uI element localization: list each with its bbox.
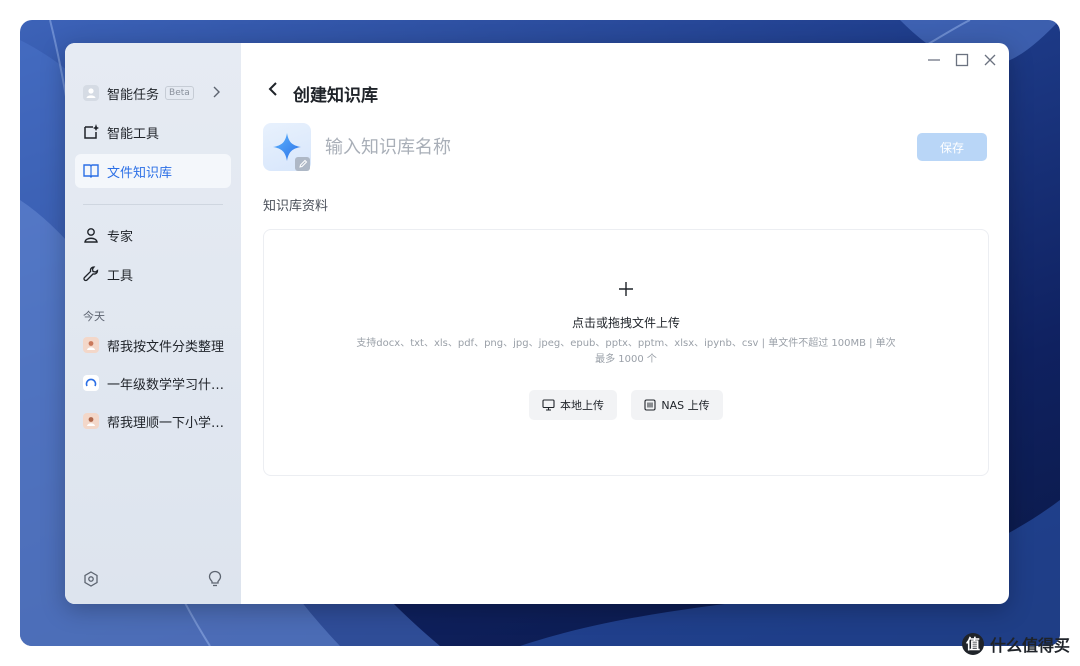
history-item[interactable]: 帮我理顺一下小学…: [75, 404, 231, 438]
watermark-logo: 值 什么值得买: [961, 632, 1070, 656]
knowledge-base-icon-picker[interactable]: [263, 123, 311, 171]
close-icon[interactable]: [983, 53, 997, 71]
user-avatar-icon: [83, 337, 99, 353]
page-title: 创建知识库: [293, 86, 378, 106]
sidebar-item-label: 文件知识库: [107, 165, 173, 181]
app-window: 智能任务 Beta 智能工具 文件知识库 专家 工具 今天 帮我按文件分类整理 …: [65, 43, 1009, 604]
maximize-icon[interactable]: [955, 53, 969, 71]
beta-badge: Beta: [165, 86, 194, 100]
sidebar-item-smart-task[interactable]: 智能任务 Beta: [75, 76, 231, 110]
watermark-text: 什么值得买: [989, 636, 1070, 655]
save-button[interactable]: 保存: [917, 133, 987, 161]
sidebar-item-experts[interactable]: 专家: [75, 218, 231, 252]
history-item-label: 一年级数学学习什…: [107, 377, 225, 393]
history-item[interactable]: 帮我按文件分类整理: [75, 328, 231, 362]
section-label-materials: 知识库资料: [263, 199, 329, 214]
sidebar-item-label: 智能任务: [107, 87, 160, 103]
upload-dropzone[interactable]: 点击或拖拽文件上传 支持docx、txt、xls、pdf、png、jpg、jpe…: [263, 229, 989, 476]
plus-icon[interactable]: [264, 278, 988, 303]
monitor-icon: [542, 399, 555, 411]
sidebar-item-label: 专家: [107, 229, 134, 245]
sidebar-item-label: 工具: [107, 268, 134, 284]
local-upload-label: 本地上传: [560, 399, 604, 412]
sidebar-item-label: 智能工具: [107, 126, 160, 142]
knowledge-base-name-input[interactable]: [323, 131, 887, 163]
nas-drive-icon: [644, 399, 656, 411]
upload-hint: 支持docx、txt、xls、pdf、png、jpg、jpeg、epub、ppt…: [356, 338, 896, 365]
upload-title: 点击或拖拽文件上传: [571, 316, 680, 330]
sidebar-item-smart-tools[interactable]: 智能工具: [75, 115, 231, 149]
main-panel: 创建知识库 保存 知识库资料 点击或拖拽文件上传 支持docx、txt、xls、…: [241, 43, 1009, 604]
history-item[interactable]: 一年级数学学习什…: [75, 366, 231, 400]
watermark-icon: 值: [961, 633, 984, 655]
edit-pencil-icon[interactable]: [295, 157, 310, 171]
sidebar: 智能任务 Beta 智能工具 文件知识库 专家 工具 今天 帮我按文件分类整理 …: [65, 43, 241, 604]
history-section-label: 今天: [83, 310, 105, 323]
settings-icon[interactable]: [83, 571, 99, 591]
nas-upload-label: NAS 上传: [661, 399, 710, 412]
book-icon: [81, 161, 101, 181]
sidebar-item-tools[interactable]: 工具: [75, 257, 231, 291]
wrench-icon: [81, 264, 101, 284]
local-upload-button[interactable]: 本地上传: [529, 390, 617, 420]
nas-upload-button[interactable]: NAS 上传: [631, 390, 723, 420]
history-item-label: 帮我按文件分类整理: [107, 339, 225, 355]
loading-ring-icon: [81, 373, 101, 393]
user-avatar-icon: [83, 413, 99, 429]
back-icon[interactable]: [267, 81, 279, 102]
lightbulb-icon[interactable]: [207, 570, 223, 592]
sidebar-item-file-knowledge-base[interactable]: 文件知识库: [75, 154, 231, 188]
history-item-label: 帮我理顺一下小学…: [107, 415, 225, 431]
chevron-right-icon: [211, 85, 221, 103]
person-avatar-icon: [81, 83, 101, 103]
chat-sparkle-icon: [81, 122, 101, 142]
user-icon: [81, 225, 101, 245]
minimize-icon[interactable]: [927, 53, 941, 71]
sidebar-divider: [83, 204, 223, 205]
